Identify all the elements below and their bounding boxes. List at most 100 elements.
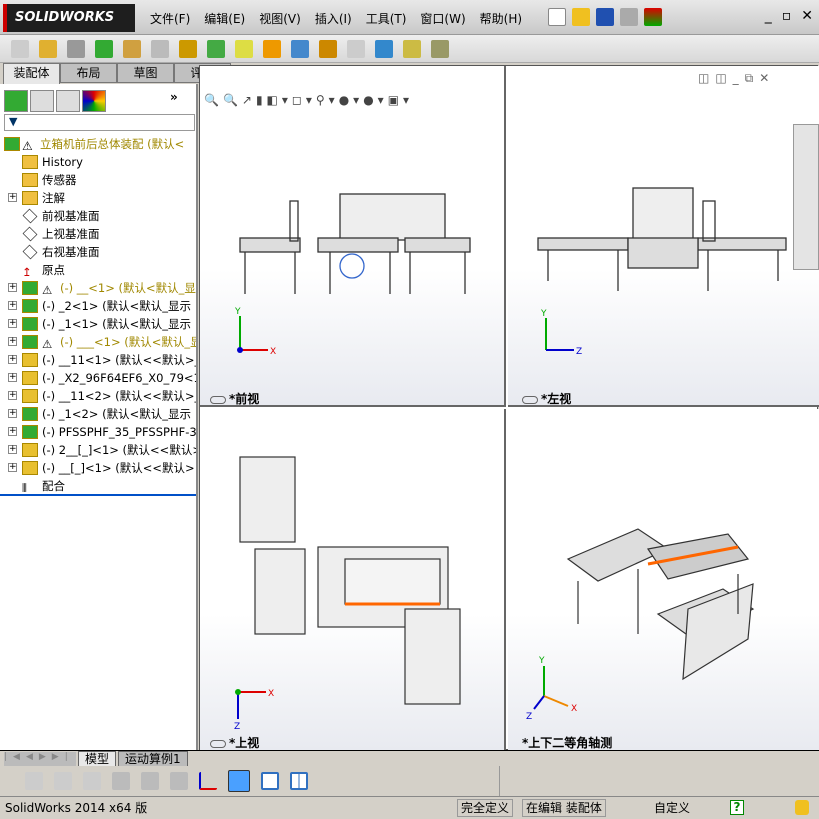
- feature-manager-icon[interactable]: [4, 90, 28, 112]
- instant3d-icon[interactable]: [431, 39, 449, 58]
- lines-icon[interactable]: [112, 772, 130, 790]
- tree-item[interactable]: + ⚠ (-) __<1> (默认<默认_显: [0, 279, 196, 297]
- single-view-icon[interactable]: [228, 770, 250, 792]
- exploded-view-icon[interactable]: [319, 39, 337, 58]
- tab-scroll-arrows[interactable]: |◀◀▶▶|: [4, 752, 76, 766]
- task-pane-tabs[interactable]: [793, 124, 819, 270]
- command-manager-tabs: 装配体 布局 草图 评估: [3, 63, 231, 85]
- link-views-icon[interactable]: [210, 395, 226, 404]
- expand-icon[interactable]: +: [8, 463, 17, 472]
- tree-item[interactable]: + 注解: [0, 189, 196, 207]
- four-view-icon[interactable]: [290, 772, 308, 790]
- link-views-icon[interactable]: [522, 395, 538, 404]
- expand-icon[interactable]: +: [8, 283, 17, 292]
- viewport-left[interactable]: ◫◫_⧉✕ Y Z *左视: [508, 66, 819, 407]
- warning-icon: ⚠: [42, 337, 53, 351]
- new-document-icon[interactable]: [548, 8, 566, 26]
- menu-tools[interactable]: 工具(T): [366, 10, 407, 27]
- expand-icon[interactable]: +: [8, 301, 17, 310]
- assembly-features-icon[interactable]: [207, 39, 225, 58]
- menu-insert[interactable]: 插入(I): [315, 10, 352, 27]
- rebuild-icon[interactable]: [644, 8, 662, 26]
- tab-sketch[interactable]: 草图: [117, 63, 174, 83]
- tree-item[interactable]: + (-) _1<1> (默认<默认_显示: [0, 315, 196, 333]
- tree-item[interactable]: + (-) __11<1> (默认<<默认>_显: [0, 351, 196, 369]
- gray-icon[interactable]: [83, 772, 101, 790]
- explode-line-icon[interactable]: [347, 39, 365, 58]
- lines-icon[interactable]: [141, 772, 159, 790]
- smart-fasteners-icon[interactable]: [123, 39, 141, 58]
- tab-motion-study[interactable]: 运动算例1: [118, 751, 188, 767]
- configuration-manager-icon[interactable]: [56, 90, 80, 112]
- tree-item[interactable]: 传感器: [0, 171, 196, 189]
- show-hidden-icon[interactable]: [179, 39, 197, 58]
- bom-icon[interactable]: [291, 39, 309, 58]
- tree-item[interactable]: + (-) _X2_96F64EF6_X0_79<1>: [0, 369, 196, 387]
- tag-icon[interactable]: [795, 800, 809, 815]
- expand-icon[interactable]: +: [8, 355, 17, 364]
- tree-filter[interactable]: ▼: [4, 114, 195, 131]
- tab-layout[interactable]: 布局: [60, 63, 117, 83]
- pattern-icon[interactable]: [95, 39, 113, 58]
- expand-icon[interactable]: +: [8, 391, 17, 400]
- clearance-icon[interactable]: [403, 39, 421, 58]
- link-views-icon[interactable]: [210, 739, 226, 748]
- tree-item[interactable]: 前视基准面: [0, 207, 196, 225]
- interference-icon[interactable]: [375, 39, 393, 58]
- display-manager-icon[interactable]: [82, 90, 106, 112]
- print-icon[interactable]: [620, 8, 638, 26]
- tree-item[interactable]: 右视基准面: [0, 243, 196, 261]
- two-view-icon[interactable]: [261, 772, 279, 790]
- mate-icon[interactable]: [67, 39, 85, 58]
- expand-icon[interactable]: +: [8, 337, 17, 346]
- menu-file[interactable]: 文件(F): [150, 10, 190, 27]
- reference-geometry-icon[interactable]: [235, 39, 253, 58]
- viewport-isometric[interactable]: Y X Z *上下二等角轴测: [508, 409, 819, 751]
- viewport-front[interactable]: 🔍🔍↗▮◧▾◻▾⚲▾●▾●▾▣▾ Y X *前视: [200, 66, 506, 407]
- align-icon[interactable]: [170, 772, 188, 790]
- gray-icon[interactable]: [25, 772, 43, 790]
- tab-assembly[interactable]: 装配体: [3, 63, 60, 85]
- tree-item[interactable]: + (-) __11<2> (默认<<默认>_显: [0, 387, 196, 405]
- tree-item[interactable]: + (-) _2<1> (默认<默认_显示: [0, 297, 196, 315]
- insert-component-icon[interactable]: [11, 39, 29, 58]
- new-part-icon[interactable]: [39, 39, 57, 58]
- expand-icon[interactable]: +: [8, 427, 17, 436]
- menu-view[interactable]: 视图(V): [259, 10, 301, 27]
- menu-edit[interactable]: 编辑(E): [204, 10, 245, 27]
- units-dropdown[interactable]: 自定义: [654, 797, 690, 819]
- close-icon[interactable]: ✕: [801, 8, 813, 24]
- save-icon[interactable]: [596, 8, 614, 26]
- tab-model[interactable]: 模型: [78, 751, 117, 767]
- tree-item[interactable]: + ⚠ (-) ___<1> (默认<默认_显: [0, 333, 196, 351]
- tree-item-label: (-) __<1> (默认<默认_显: [60, 281, 196, 295]
- viewport-top[interactable]: X Z *上视: [200, 409, 506, 751]
- tree-item[interactable]: ↥ 原点: [0, 261, 196, 279]
- expand-icon[interactable]: +: [8, 445, 17, 454]
- menu-window[interactable]: 窗口(W): [420, 10, 465, 27]
- expand-icon[interactable]: +: [8, 319, 17, 328]
- property-manager-icon[interactable]: [30, 90, 54, 112]
- tree-item[interactable]: + (-) 2__[_]<1> (默认<<默认>: [0, 441, 196, 459]
- expand-chevron-icon[interactable]: »: [170, 90, 178, 112]
- tree-item[interactable]: History: [0, 153, 196, 171]
- expand-icon[interactable]: +: [8, 373, 17, 382]
- tree-item[interactable]: + (-) _1<2> (默认<默认_显示: [0, 405, 196, 423]
- restore-icon[interactable]: ▫: [782, 8, 792, 24]
- tree-root[interactable]: ⚠ 立箱机前后总体装配 (默认<: [0, 135, 196, 153]
- new-motion-study-icon[interactable]: [263, 39, 281, 58]
- expand-icon[interactable]: +: [8, 409, 17, 418]
- coordinate-icon[interactable]: [199, 772, 217, 790]
- minimize-icon[interactable]: _: [765, 8, 772, 24]
- open-icon[interactable]: [572, 8, 590, 26]
- tree-item[interactable]: + (-) __[_]<1> (默认<<默认>: [0, 459, 196, 477]
- help-icon[interactable]: ?: [730, 800, 744, 815]
- graphics-area[interactable]: 🔍🔍↗▮◧▾◻▾⚲▾●▾●▾▣▾ Y X *前视 ◫◫_⧉✕ Y Z *左视 X…: [199, 65, 819, 751]
- move-component-icon[interactable]: [151, 39, 169, 58]
- tree-item[interactable]: + (-) PFSSPHF_35_PFSSPHF-35: [0, 423, 196, 441]
- gray-icon[interactable]: [54, 772, 72, 790]
- expand-icon[interactable]: +: [8, 193, 17, 202]
- tree-item[interactable]: 上视基准面: [0, 225, 196, 243]
- tree-item[interactable]: ⫴ 配合: [0, 477, 196, 495]
- menu-help[interactable]: 帮助(H): [480, 10, 522, 27]
